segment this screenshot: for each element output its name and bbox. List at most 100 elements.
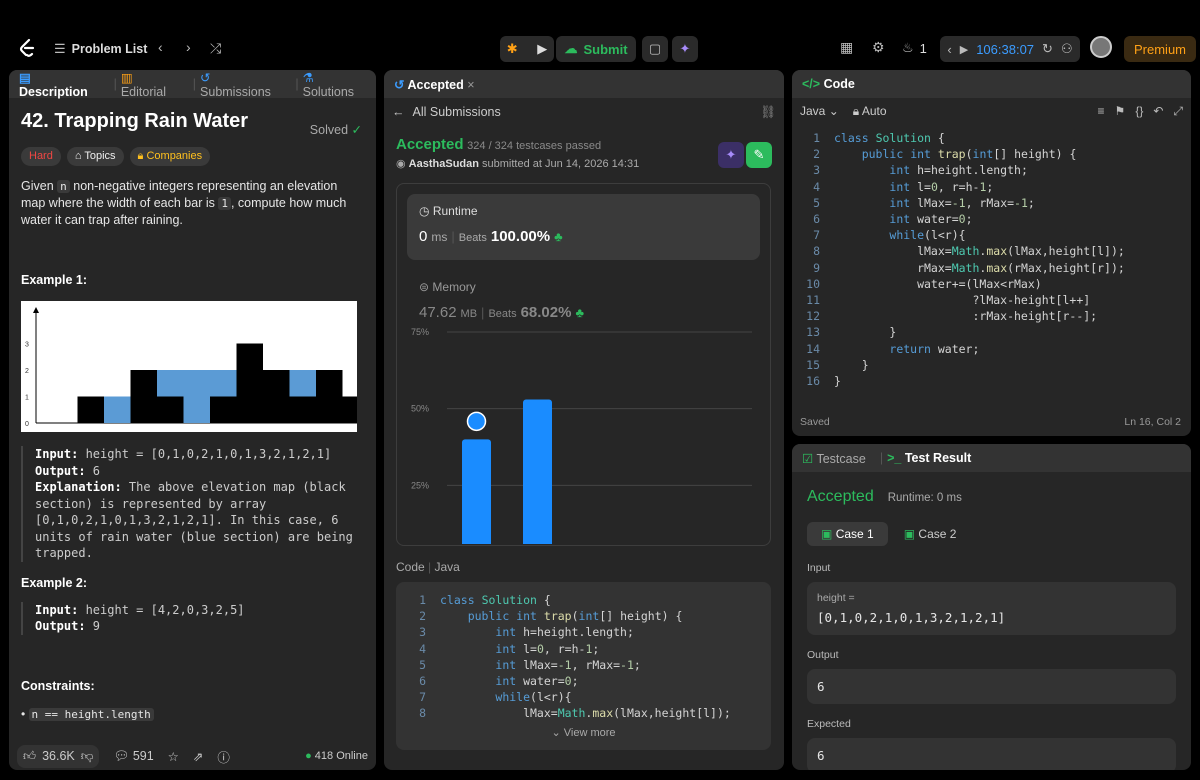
result-status: Accepted (807, 488, 874, 505)
analyze-button[interactable]: ✦ (718, 142, 744, 168)
tab-editorial-label: Editorial (120, 84, 166, 99)
runtime-values: 0 ms | Beats 100.00% ♣ (419, 228, 748, 245)
link-icon[interactable]: ⛓ (760, 105, 776, 120)
timer[interactable]: ‹ ▶ 106:38:07 ↻ ⚇ (940, 36, 1080, 62)
example-1-title: Example 1: (21, 273, 88, 287)
solved-status: Solved ✓ (310, 122, 362, 137)
example-1-block: Input: height = [0,1,0,2,1,0,1,3,2,1,2,1… (21, 446, 364, 562)
divider: | (192, 77, 197, 91)
ai-assist-button[interactable]: ✦ (672, 36, 698, 62)
submitted-code: 1 class Solution {2 public int trap(int[]… (396, 582, 771, 750)
problem-list-button[interactable]: ☰ Problem List (54, 41, 147, 57)
premium-button[interactable]: Premium (1124, 36, 1197, 62)
line-number: 4 (813, 179, 820, 194)
bookmark-icon[interactable]: ⚑ (1115, 104, 1126, 119)
submitted-code-line: 3 int h=height.length; (404, 624, 763, 640)
case-2-tab[interactable]: ▣ Case 2 (904, 522, 957, 546)
tab-description[interactable]: ▤ Description (19, 70, 100, 99)
input-label: Input (807, 562, 831, 574)
editor-panel: </> Code Java ⌄ 🔒︎ Auto ≡ ⚑ {} ↶ ⤢ 1 clas… (792, 70, 1191, 436)
share-icon[interactable]: ⇗ (193, 749, 203, 764)
submitted-code-line: 6 int water=0; (404, 673, 763, 689)
autocomplete-toggle[interactable]: 🔒︎ Auto (853, 104, 887, 119)
help-icon[interactable]: ⓘ (217, 747, 230, 766)
output-value: 9 (85, 619, 101, 633)
submission-status: Accepted (396, 136, 464, 153)
notes-button[interactable]: ▢ (642, 36, 668, 62)
submit-button[interactable]: ☁ Submit (556, 36, 636, 62)
next-problem-button[interactable]: › (186, 39, 191, 55)
y-tick-label: 1 (25, 395, 29, 402)
comments-button[interactable]: 💬︎ 591 (113, 749, 153, 764)
view-more-button[interactable]: ⌄ View more (396, 726, 771, 739)
braces-icon[interactable]: {} (1135, 104, 1143, 119)
back-arrow-icon[interactable]: ← (392, 105, 405, 119)
editor-code-line: 9 rMax=Math.max(rMax,height[r]); (798, 260, 1185, 276)
y-tick-label: 25% (411, 480, 429, 490)
code-text: int h=height.length; (495, 625, 634, 640)
editor-actions: ≡ ⚑ {} ↶ ⤢ (1098, 104, 1183, 119)
undo-icon[interactable]: ↶ (1153, 104, 1163, 119)
line-number: 13 (806, 325, 820, 340)
divider: | (295, 77, 299, 91)
gear-icon: ⚙ (872, 39, 885, 55)
tab-testcase[interactable]: ☑ Testcase (802, 451, 866, 466)
result-header: Accepted Runtime: 0 ms (807, 488, 1176, 506)
tab-solutions[interactable]: ⚗ Solutions (303, 70, 366, 99)
constraint-code: n == height.length (28, 707, 154, 721)
distribution-bar[interactable] (462, 439, 491, 544)
inline-code: 1 (218, 197, 231, 210)
format-icon[interactable]: ≡ (1098, 104, 1105, 119)
result-body: Accepted Runtime: 0 ms ▣ Case 1 ▣ Case 2… (792, 472, 1191, 770)
example-2-input: Input: height = [4,2,0,3,2,5] (35, 602, 364, 619)
edit-button[interactable]: ✎ (746, 142, 772, 168)
like-button[interactable]: 👍︎ 36.6K 👎︎ (17, 744, 100, 768)
tab-accepted[interactable]: ↺ Accepted × (394, 77, 475, 92)
line-number: 11 (806, 293, 820, 308)
logo[interactable] (18, 38, 36, 58)
timer-value: 106:38:07 (976, 41, 1035, 57)
code-text: rMax=Math.max(rMax,height[r]); (834, 260, 1125, 275)
run-icon[interactable]: ▶ (537, 41, 547, 57)
submitter-name[interactable]: AasthaSudan (409, 158, 479, 170)
difficulty-tag[interactable]: Hard (21, 147, 61, 166)
play-icon: ▶ (959, 43, 969, 56)
example-2-output: Output: 9 (35, 618, 364, 635)
chevron-down-icon: ⌄ (828, 104, 839, 118)
layout-button[interactable]: ▦ (840, 39, 853, 56)
debug-icon[interactable]: ✱ (507, 41, 518, 57)
code-editor[interactable]: 1 class Solution {2 public int trap(int[]… (792, 124, 1191, 395)
streak-counter[interactable]: ♨ 1 (902, 40, 927, 56)
language-select[interactable]: Java ⌄ (800, 104, 839, 118)
topics-tag[interactable]: ⌂ Topics (66, 147, 124, 166)
avatar[interactable] (1090, 36, 1112, 58)
lock-icon: 🔒︎ (852, 103, 860, 118)
constraint-item: • n == height.length (21, 707, 364, 721)
companies-tag[interactable]: 🔒︎ Companies (129, 147, 211, 166)
thumbs-down-icon[interactable]: 👎︎ (81, 749, 94, 764)
tab-code-label: Code (823, 77, 855, 91)
tab-submissions[interactable]: ↺ Submissions (200, 70, 281, 99)
y-tick-label: 2 (25, 368, 29, 375)
submitted-code-line: 8 lMax=Math.max(lMax,height[l]); (404, 705, 763, 721)
prev-problem-button[interactable]: ‹ (158, 39, 163, 55)
expand-icon[interactable]: ⤢ (1173, 104, 1183, 119)
case-1-tab[interactable]: ▣ Case 1 (807, 522, 888, 546)
problem-list-label: Problem List (71, 42, 148, 56)
input-box: height = [0,1,0,2,1,0,1,3,2,1,2,1] (807, 582, 1176, 635)
close-icon[interactable]: × (467, 78, 474, 92)
tab-test-result[interactable]: >_ Test Result (887, 451, 971, 465)
y-tick-label: 3 (25, 342, 29, 349)
random-problem-button[interactable]: ⤮ (210, 40, 221, 57)
favorite-icon[interactable]: ☆ (168, 749, 179, 764)
tab-code[interactable]: </> Code (802, 77, 855, 91)
user-position-marker[interactable] (466, 411, 487, 432)
all-submissions-link[interactable]: All Submissions (413, 105, 501, 119)
settings-button[interactable]: ⚙ (872, 39, 885, 56)
edit-icon: ✎ (753, 147, 765, 162)
runtime-distribution-chart[interactable]: 75%50%25%0%1ms2ms3ms4ms1ms2ms3ms4ms (397, 284, 772, 544)
runtime-card[interactable]: ◷ Runtime 0 ms | Beats 100.00% ♣ (407, 194, 760, 260)
tab-editorial[interactable]: ▥ Editorial (121, 70, 179, 99)
output-label: Output (807, 649, 839, 661)
distribution-bar[interactable] (523, 399, 552, 544)
